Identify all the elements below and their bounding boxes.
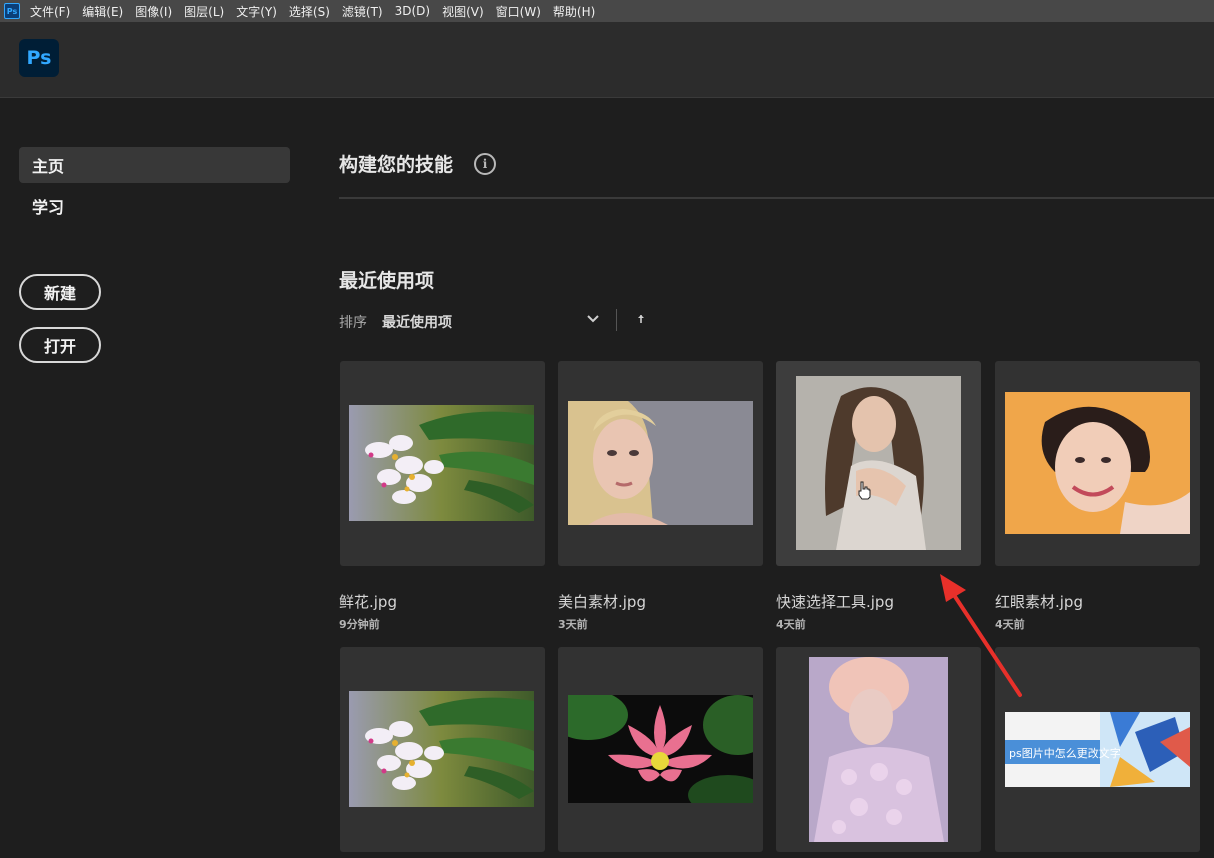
file-thumbnail <box>568 695 753 803</box>
file-modified-time: 4天前 <box>995 618 1025 631</box>
recent-file-card[interactable] <box>340 647 545 852</box>
recent-file-card[interactable]: ps图片中怎么更改文字 <box>995 647 1200 852</box>
file-thumbnail <box>809 657 948 842</box>
file-modified-time: 9分钟前 <box>339 618 380 631</box>
sort-direction-up-icon[interactable] <box>634 312 648 328</box>
file-name[interactable]: 鲜花.jpg <box>339 591 397 612</box>
recent-file-card[interactable] <box>558 647 763 852</box>
sort-dropdown[interactable]: 最近使用项 <box>382 312 452 332</box>
recent-file-card[interactable] <box>776 647 981 852</box>
recent-section-title: 最近使用项 <box>339 270 435 292</box>
menu-select[interactable]: 选择(S) <box>289 3 330 20</box>
info-icon[interactable]: i <box>474 153 496 175</box>
file-name[interactable]: 美白素材.jpg <box>558 591 646 612</box>
sidebar-item-home[interactable]: 主页 <box>19 147 290 183</box>
file-thumbnail <box>796 376 961 550</box>
menu-view[interactable]: 视图(V) <box>442 3 484 20</box>
menu-edit[interactable]: 编辑(E) <box>82 3 123 20</box>
file-modified-time: 4天前 <box>776 618 806 631</box>
menu-image[interactable]: 图像(I) <box>135 3 172 20</box>
recent-file-card[interactable] <box>995 361 1200 566</box>
file-name[interactable]: 快速选择工具.jpg <box>776 591 894 612</box>
file-modified-time: 3天前 <box>558 618 588 631</box>
skills-section-title: 构建您的技能 <box>339 154 454 176</box>
menu-layer[interactable]: 图层(L) <box>184 3 224 20</box>
menu-window[interactable]: 窗口(W) <box>496 3 541 20</box>
hand-cursor-icon <box>858 481 871 500</box>
file-thumbnail <box>1005 392 1190 534</box>
file-thumbnail: ps图片中怎么更改文字 <box>1005 712 1190 787</box>
recent-file-card[interactable] <box>776 361 981 566</box>
photoshop-logo: Ps <box>19 39 59 77</box>
open-button[interactable]: 打开 <box>19 327 101 363</box>
file-name[interactable]: 红眼素材.jpg <box>995 591 1083 612</box>
menu-help[interactable]: 帮助(H) <box>553 3 595 20</box>
new-button[interactable]: 新建 <box>19 274 101 310</box>
file-thumbnail <box>568 401 753 525</box>
sort-separator <box>616 309 617 331</box>
home-header: Ps <box>0 22 1214 98</box>
recent-file-card[interactable] <box>340 361 545 566</box>
sidebar-item-learn[interactable]: 学习 <box>19 188 290 224</box>
chevron-down-icon[interactable] <box>585 311 601 327</box>
photoshop-app-icon[interactable]: Ps <box>4 3 20 19</box>
file-thumbnail <box>349 691 534 807</box>
file-thumbnail <box>349 405 534 521</box>
menu-file[interactable]: 文件(F) <box>30 3 70 20</box>
menu-type[interactable]: 文字(Y) <box>236 3 277 20</box>
section-divider <box>339 197 1214 199</box>
menu-filter[interactable]: 滤镜(T) <box>342 3 383 20</box>
menu-bar: Ps 文件(F) 编辑(E) 图像(I) 图层(L) 文字(Y) 选择(S) 滤… <box>0 0 1214 22</box>
sort-label: 排序 <box>339 315 367 331</box>
menu-3d[interactable]: 3D(D) <box>395 4 430 18</box>
photoshop-home-window: Ps 文件(F) 编辑(E) 图像(I) 图层(L) 文字(Y) 选择(S) 滤… <box>0 0 1214 858</box>
recent-file-card[interactable] <box>558 361 763 566</box>
thumbnail-caption: ps图片中怎么更改文字 <box>1009 747 1121 760</box>
